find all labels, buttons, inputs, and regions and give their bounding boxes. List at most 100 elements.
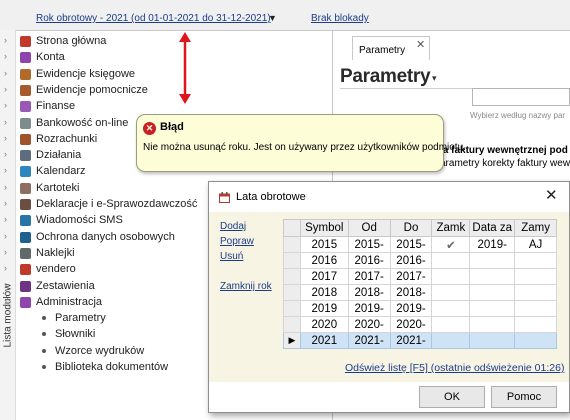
sidebar-item-label: Administracja	[36, 296, 103, 308]
sidebar-item[interactable]: Bankowość on-line	[20, 115, 128, 131]
table-row[interactable]: 2019 2019- 2019-	[283, 300, 557, 317]
lock-status-link[interactable]: Brak blokady	[311, 13, 369, 24]
chevron-down-icon[interactable]: ▾	[432, 73, 437, 84]
table-row[interactable]: 2016 2016- 2016-	[283, 252, 557, 269]
sidebar-item[interactable]: Działania	[20, 147, 81, 163]
expand-chevron-icon[interactable]: ›	[4, 117, 7, 127]
cell-data-za	[469, 284, 516, 301]
sidebar-item[interactable]: Kartoteki	[20, 180, 79, 196]
dialog-body: Dodaj Popraw Usuń Zamknij rok Symbol Od …	[209, 212, 569, 382]
cell-od: 2019-	[347, 300, 391, 317]
column-header-zamk[interactable]: Zamk	[431, 219, 471, 237]
sidebar-subitem[interactable]: Słowniki	[42, 326, 95, 342]
cell-zamk	[431, 332, 471, 349]
sidebar-subitem[interactable]: Wzorce wydruków	[42, 343, 144, 359]
table-row[interactable]: 2018 2018- 2018-	[283, 284, 557, 301]
table-row[interactable]: 2017 2017- 2017-	[283, 268, 557, 285]
row-indicator-header	[283, 219, 301, 237]
sidebar-subitem[interactable]: Parametry	[42, 310, 106, 326]
expand-chevron-icon[interactable]: ›	[4, 84, 7, 94]
edit-button[interactable]: Popraw	[220, 236, 254, 247]
expand-chevron-icon[interactable]: ›	[4, 149, 7, 159]
close-icon[interactable]: ✕	[416, 38, 425, 51]
parameter-item[interactable]: arametry korekty faktury wewn	[440, 158, 570, 169]
expand-chevron-icon[interactable]: ›	[4, 133, 7, 143]
sidebar-item[interactable]: Deklaracje i e-Sprawozdawczość	[20, 196, 197, 212]
column-header-symbol[interactable]: Symbol	[299, 219, 349, 237]
close-icon[interactable]: ✕	[545, 186, 558, 204]
sidebar-item[interactable]: Rozrachunki	[20, 131, 97, 147]
sidebar-item[interactable]: Administracja	[20, 294, 102, 310]
expand-chevron-icon[interactable]: ›	[4, 198, 7, 208]
bank-icon	[20, 117, 31, 129]
sidebar-item[interactable]: Finanse	[20, 98, 75, 114]
column-header-do[interactable]: Do	[389, 219, 433, 237]
bullet-icon	[42, 365, 46, 369]
sidebar-item[interactable]: Zestawienia	[20, 278, 95, 294]
delete-button[interactable]: Usuń	[220, 251, 243, 262]
search-input[interactable]	[472, 88, 570, 106]
sidebar-item[interactable]: vendero	[20, 261, 76, 277]
ok-button[interactable]: OK	[419, 386, 485, 408]
expand-chevron-icon[interactable]: ›	[4, 214, 7, 224]
sidebar-item[interactable]: Ewidencje księgowe	[20, 66, 135, 82]
help-button[interactable]: Pomoc	[491, 386, 557, 408]
expand-chevron-icon[interactable]: ›	[4, 263, 7, 273]
cell-zamy: AJ	[514, 236, 557, 253]
error-message: Nie można usunąć roku. Jest on używany p…	[143, 142, 466, 153]
table-row[interactable]: ▶ 2021 2021- 2021-	[283, 332, 557, 349]
sidebar-subitem-label: Biblioteka dokumentów	[55, 361, 169, 373]
sidebar-item[interactable]: Ewidencje pomocnicze	[20, 82, 148, 98]
expand-chevron-icon[interactable]: ›	[4, 51, 7, 61]
module-list-tab[interactable]: Lista modułów	[0, 30, 16, 420]
cell-symbol: 2021	[299, 332, 349, 349]
expand-chevron-icon[interactable]: ›	[4, 296, 7, 306]
settlements-icon	[20, 133, 31, 145]
sidebar-item[interactable]: Ochrona danych osobowych	[20, 229, 175, 245]
add-button[interactable]: Dodaj	[220, 221, 246, 232]
error-icon: ✕	[143, 122, 156, 135]
sidebar-subitem[interactable]: Biblioteka dokumentów	[42, 359, 168, 375]
sidebar-item[interactable]: Strona główna	[20, 33, 106, 49]
expand-chevron-icon[interactable]: ›	[4, 35, 7, 45]
sidebar-item[interactable]: Konta	[20, 49, 65, 65]
expand-chevron-icon[interactable]: ›	[4, 100, 7, 110]
column-header-od[interactable]: Od	[347, 219, 391, 237]
expand-chevron-icon[interactable]: ›	[4, 231, 7, 241]
expand-chevron-icon[interactable]: ›	[4, 247, 7, 257]
sidebar-item-label: Konta	[36, 51, 65, 63]
expand-chevron-icon[interactable]: ›	[4, 165, 7, 175]
cell-od: 2020-	[347, 316, 391, 333]
cell-symbol: 2019	[299, 300, 349, 317]
row-indicator: ▶	[283, 332, 301, 349]
chevron-down-icon[interactable]: ▼	[268, 13, 277, 23]
cell-data-za	[469, 332, 516, 349]
sidebar-item[interactable]: Naklejki	[20, 245, 75, 261]
cell-do: 2015-	[389, 236, 433, 253]
tab-label: Parametry	[359, 45, 406, 56]
expand-chevron-icon[interactable]: ›	[4, 182, 7, 192]
table-row[interactable]: 2020 2020- 2020-	[283, 316, 557, 333]
bullet-icon	[42, 316, 46, 320]
table-row[interactable]: 2015 2015- 2015- ✔ 2019- AJ	[283, 236, 557, 253]
cell-do: 2017-	[389, 268, 433, 285]
expand-chevron-icon[interactable]: ›	[4, 68, 7, 78]
cell-do: 2021-	[389, 332, 433, 349]
bullet-icon	[42, 349, 46, 353]
column-header-data-za[interactable]: Data za	[469, 219, 516, 237]
expand-chevron-icon[interactable]: ›	[4, 280, 7, 290]
refresh-link[interactable]: Odśwież listę [F5] (ostatnie odświeżenie…	[345, 362, 564, 374]
cell-od: 2021-	[347, 332, 391, 349]
cell-zamk: ✔	[431, 236, 471, 253]
row-indicator	[283, 316, 301, 333]
sidebar-item-label: Wiadomości SMS	[36, 214, 123, 226]
top-bar: Rok obrotowy - 2021 (od 01-01-2021 do 31…	[0, 0, 570, 30]
column-header-zamy[interactable]: Zamy	[514, 219, 557, 237]
cell-zamk	[431, 284, 471, 301]
sms-icon	[20, 214, 31, 226]
sidebar-item[interactable]: Kalendarz	[20, 163, 86, 179]
fiscal-year-selector[interactable]: Rok obrotowy - 2021 (od 01-01-2021 do 31…	[36, 13, 271, 24]
close-year-button[interactable]: Zamknij rok	[220, 281, 272, 292]
sidebar-item[interactable]: Wiadomości SMS	[20, 212, 123, 228]
dialog-footer: OK Pomoc	[209, 382, 569, 412]
